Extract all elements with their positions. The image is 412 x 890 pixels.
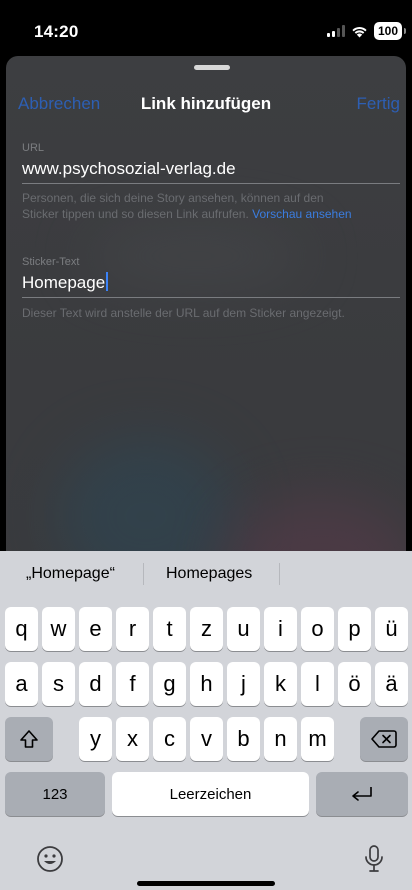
sticker-text-value: Homepage	[22, 273, 106, 292]
shift-icon	[20, 730, 38, 748]
key-s[interactable]: s	[42, 662, 75, 706]
url-helper-line: Personen, die sich deine Story ansehen, …	[22, 191, 324, 205]
cellular-signal-icon	[327, 25, 345, 37]
key-h[interactable]: h	[190, 662, 223, 706]
text-cursor	[106, 272, 109, 291]
key-d[interactable]: d	[79, 662, 112, 706]
sticker-text-divider	[22, 297, 400, 298]
key-t[interactable]: t	[153, 607, 186, 651]
suggestion-divider	[279, 563, 280, 585]
key-z[interactable]: z	[190, 607, 223, 651]
return-key[interactable]	[316, 772, 408, 816]
key-u[interactable]: u	[227, 607, 260, 651]
background-blur	[86, 226, 306, 286]
suggestion-divider	[143, 563, 144, 585]
microphone-icon	[365, 845, 383, 872]
key-o[interactable]: o	[301, 607, 334, 651]
key-l[interactable]: l	[301, 662, 334, 706]
key-m[interactable]: m	[301, 717, 334, 761]
battery-icon: 100	[374, 22, 406, 40]
suggestion-item[interactable]: Homepages	[166, 565, 252, 583]
key-y[interactable]: y	[79, 717, 112, 761]
numbers-key[interactable]: 123	[5, 772, 105, 816]
sticker-text-input[interactable]: Homepage	[22, 272, 109, 293]
delete-icon	[371, 730, 397, 748]
wifi-icon	[352, 26, 367, 37]
url-helper-text: Personen, die sich deine Story ansehen, …	[22, 190, 398, 222]
emoji-icon	[37, 846, 63, 872]
keyboard: „Homepage“ Homepages q w e r t z u i o p…	[0, 551, 412, 890]
shift-key[interactable]	[5, 717, 53, 761]
delete-key[interactable]	[360, 717, 408, 761]
key-p[interactable]: p	[338, 607, 371, 651]
emoji-button[interactable]	[33, 842, 67, 876]
key-v[interactable]: v	[190, 717, 223, 761]
key-f[interactable]: f	[116, 662, 149, 706]
key-w[interactable]: w	[42, 607, 75, 651]
sticker-helper-text: Dieser Text wird anstelle der URL auf de…	[22, 306, 345, 320]
suggestion-item[interactable]: „Homepage“	[26, 565, 115, 583]
url-input[interactable]: www.psychosozial-verlag.de	[22, 159, 236, 179]
key-ae[interactable]: ä	[375, 662, 408, 706]
dictation-button[interactable]	[357, 842, 391, 876]
space-key[interactable]: Leerzeichen	[112, 772, 309, 816]
key-g[interactable]: g	[153, 662, 186, 706]
key-oe[interactable]: ö	[338, 662, 371, 706]
key-x[interactable]: x	[116, 717, 149, 761]
return-icon	[352, 787, 372, 801]
suggestion-bar: „Homepage“ Homepages	[0, 551, 412, 595]
status-bar: 14:20 100	[0, 0, 412, 56]
status-icons: 100	[327, 22, 406, 40]
sticker-text-label: Sticker-Text	[22, 256, 80, 268]
home-indicator[interactable]	[137, 881, 275, 886]
status-time: 14:20	[34, 22, 79, 41]
key-k[interactable]: k	[264, 662, 297, 706]
sheet-grabber[interactable]	[194, 65, 230, 70]
key-r[interactable]: r	[116, 607, 149, 651]
url-helper-line: Sticker tippen und so diesen Link aufruf…	[22, 207, 249, 221]
cancel-button[interactable]: Abbrechen	[18, 94, 100, 114]
key-n[interactable]: n	[264, 717, 297, 761]
key-b[interactable]: b	[227, 717, 260, 761]
key-j[interactable]: j	[227, 662, 260, 706]
key-ue[interactable]: ü	[375, 607, 408, 651]
key-a[interactable]: a	[5, 662, 38, 706]
url-label: URL	[22, 142, 45, 154]
key-q[interactable]: q	[5, 607, 38, 651]
url-divider	[22, 183, 400, 184]
done-button[interactable]: Fertig	[357, 94, 400, 114]
key-e[interactable]: e	[79, 607, 112, 651]
key-c[interactable]: c	[153, 717, 186, 761]
preview-link[interactable]: Vorschau ansehen	[252, 207, 351, 221]
key-i[interactable]: i	[264, 607, 297, 651]
